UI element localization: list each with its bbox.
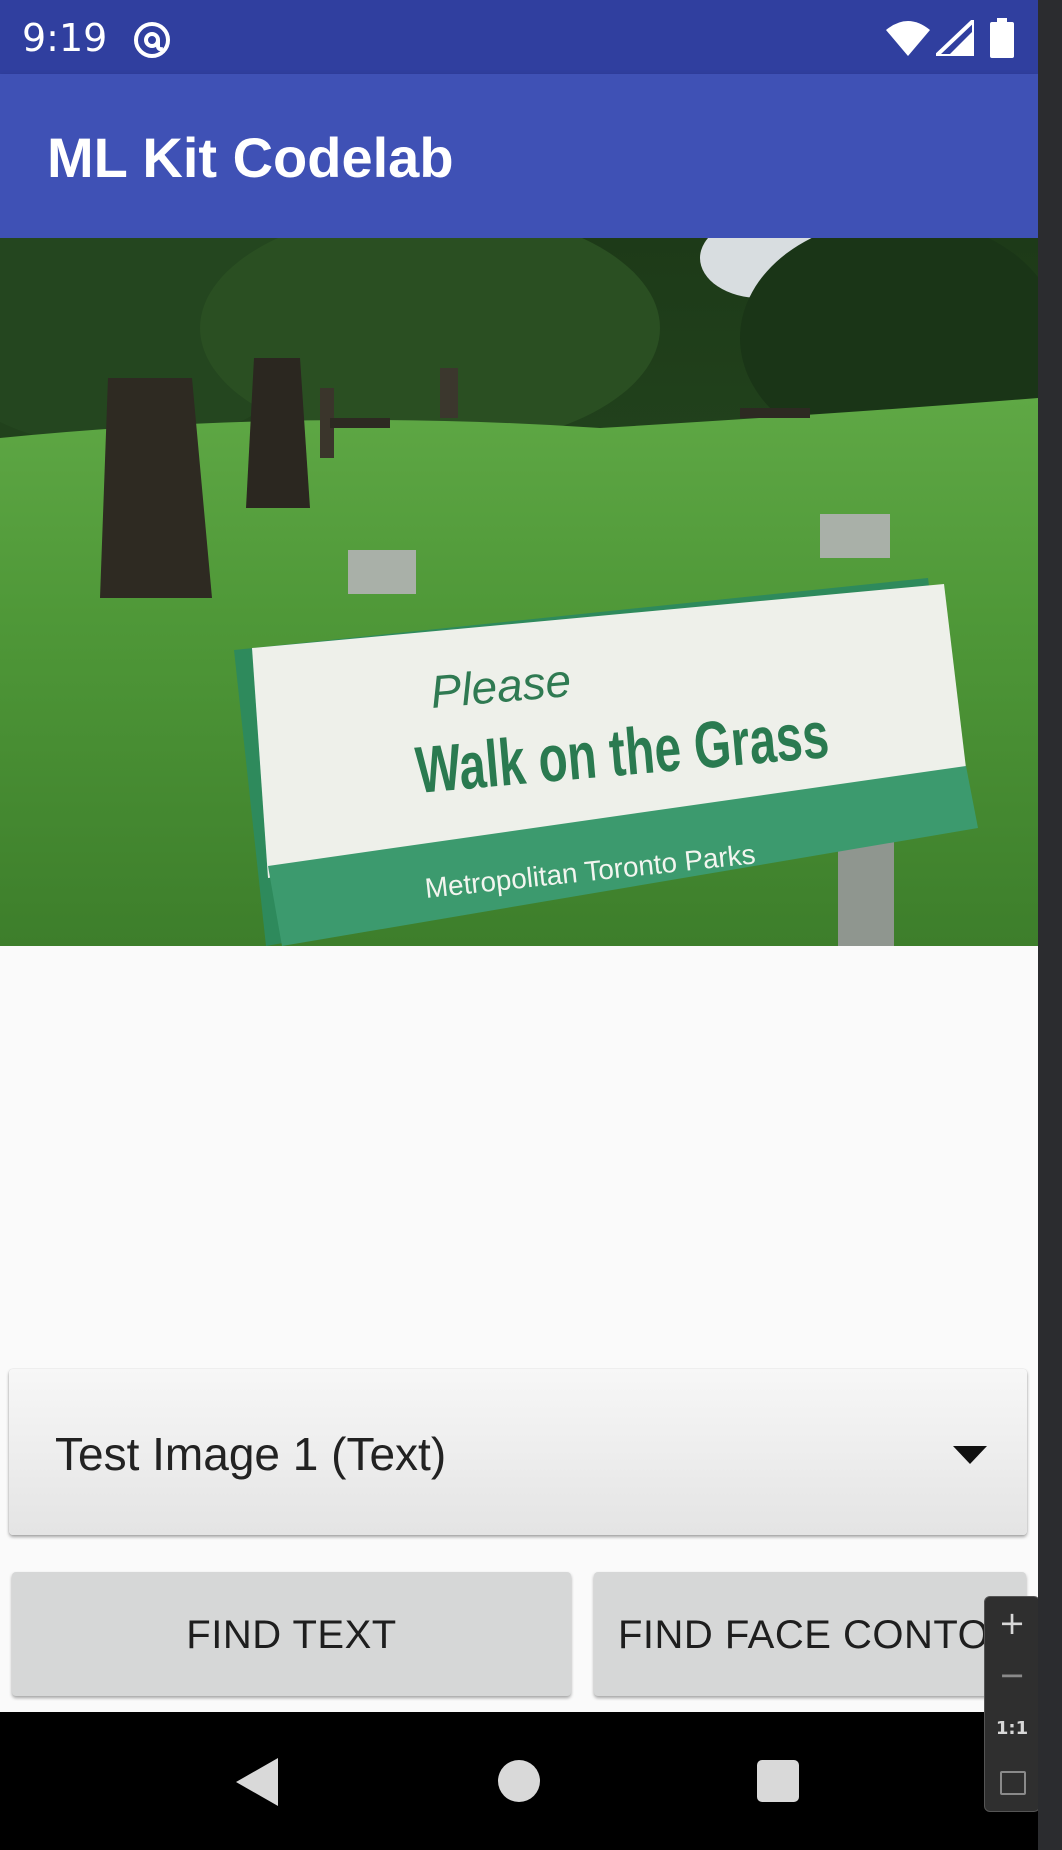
test-image-spinner[interactable]: Test Image 1 (Text) [9, 1369, 1027, 1535]
zoom-in-button[interactable]: + [985, 1597, 1038, 1649]
app-bar: ML Kit Codelab [0, 74, 1038, 238]
spinner-selected-value: Test Image 1 (Text) [55, 1428, 447, 1480]
dropdown-triangle-icon [953, 1446, 987, 1464]
recents-icon[interactable] [757, 1760, 799, 1802]
app-screen: 9:19 ML Kit Codelab Please Walk on the G… [0, 0, 1038, 1850]
emulator-gutter [1038, 0, 1062, 1850]
fit-screen-icon [1000, 1771, 1026, 1795]
navigation-bar [0, 1712, 1038, 1850]
find-face-contour-label: FIND FACE CONTOUR [618, 1613, 1026, 1657]
back-icon[interactable] [236, 1758, 278, 1810]
find-face-contour-button[interactable]: FIND FACE CONTOUR [594, 1572, 1026, 1696]
cell-signal-icon [934, 18, 976, 60]
find-text-button[interactable]: FIND TEXT [12, 1572, 571, 1696]
status-time: 9:19 [22, 16, 108, 60]
wifi-icon [886, 20, 930, 60]
zoom-fit-button[interactable] [985, 1757, 1038, 1809]
home-icon[interactable] [498, 1760, 540, 1802]
battery-icon [990, 18, 1014, 62]
zoom-out-button[interactable]: − [985, 1649, 1038, 1701]
status-bar: 9:19 [0, 0, 1038, 74]
test-image: Please Walk on the Grass Metropolitan To… [0, 238, 1038, 946]
app-title: ML Kit Codelab [47, 126, 454, 189]
find-text-label: FIND TEXT [186, 1613, 397, 1657]
at-sign-notification-icon [132, 20, 172, 64]
zoom-reset-button[interactable]: 1:1 [985, 1703, 1038, 1755]
zoom-controls: + − 1:1 [984, 1596, 1038, 1812]
